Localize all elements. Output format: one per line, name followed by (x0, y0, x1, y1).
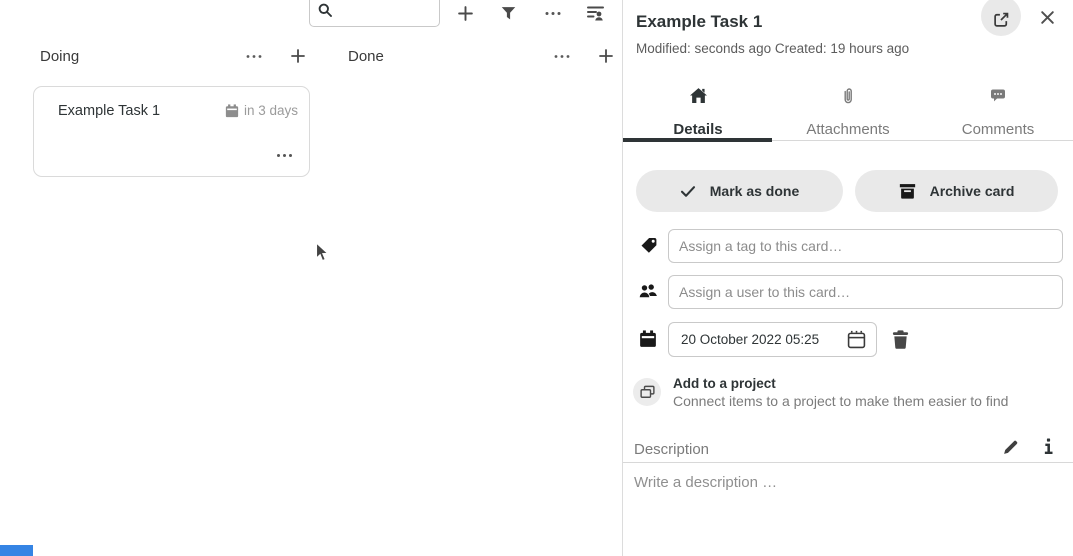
add-list-icon (457, 5, 474, 22)
tab-attachments[interactable]: Attachments (773, 88, 923, 138)
more-options-icon (554, 54, 570, 59)
assigned-cards-icon (586, 5, 605, 22)
app-window: Doing Done Example Task 1 in 3 days Exam… (0, 0, 1073, 556)
archive-card-label: Archive card (930, 183, 1015, 199)
description-rule (623, 462, 1073, 463)
column-title-done: Done (348, 48, 384, 65)
archive-icon (899, 183, 916, 199)
tab-comments-label: Comments (962, 121, 1035, 138)
calendar-picker-icon (847, 330, 866, 349)
edit-description-button[interactable] (1000, 437, 1020, 457)
column-title-doing: Doing (40, 48, 79, 65)
close-icon (1039, 9, 1056, 26)
assign-user-input[interactable] (668, 275, 1063, 309)
paperclip-icon (841, 88, 855, 104)
detail-panel-title: Example Task 1 (636, 12, 762, 32)
selection-highlight (0, 545, 33, 556)
add-to-project-title: Add to a project (673, 376, 776, 391)
project-circle (633, 378, 661, 406)
filter-button[interactable] (499, 3, 518, 23)
comments-icon (990, 88, 1006, 103)
more-options-icon (276, 153, 293, 158)
tab-attachments-label: Attachments (806, 121, 889, 138)
add-to-project-subtitle: Connect items to a project to make them … (673, 393, 1008, 409)
search-input[interactable] (338, 1, 518, 18)
done-column-menu-button[interactable] (552, 49, 572, 63)
project-copy-icon (640, 385, 655, 399)
tab-details-label: Details (673, 121, 722, 138)
doing-add-card-button[interactable] (288, 46, 307, 66)
more-options-icon (246, 54, 262, 59)
due-date-value: 20 October 2022 05:25 (681, 332, 844, 347)
date-picker-button[interactable] (844, 328, 868, 352)
active-tab-underline (623, 138, 772, 142)
tag-icon (639, 236, 658, 253)
due-date-field[interactable]: 20 October 2022 05:25 (668, 322, 877, 357)
checkmark-icon (680, 185, 696, 198)
more-options-icon (545, 11, 561, 16)
panel-divider (622, 0, 623, 556)
card-due-date: in 3 days (225, 103, 298, 118)
add-card-icon (290, 48, 306, 64)
search-icon (318, 3, 332, 17)
search-box[interactable] (309, 0, 440, 27)
pencil-icon (1002, 439, 1019, 456)
description-label: Description (634, 441, 709, 458)
home-icon (690, 88, 707, 103)
close-panel-button[interactable] (1037, 7, 1057, 27)
mouse-cursor (315, 242, 329, 267)
add-card-icon (598, 48, 614, 64)
calendar-icon (225, 104, 239, 118)
doing-column-menu-button[interactable] (244, 49, 264, 63)
card-due-label: in 3 days (244, 103, 298, 118)
description-placeholder[interactable]: Write a description … (634, 474, 777, 491)
tab-comments[interactable]: Comments (923, 88, 1073, 138)
assigned-cards-button[interactable] (584, 2, 606, 24)
open-in-new-window-icon (993, 11, 1010, 28)
users-icon (638, 282, 658, 299)
remove-due-date-button[interactable] (889, 328, 911, 350)
description-info-button[interactable] (1040, 436, 1056, 456)
trash-icon (892, 330, 909, 349)
filter-icon (501, 6, 516, 21)
open-in-new-window-button[interactable] (981, 0, 1021, 36)
archive-card-button[interactable]: Archive card (855, 170, 1058, 212)
add-list-button[interactable] (455, 2, 475, 24)
tab-details[interactable]: Details (623, 88, 773, 138)
mark-as-done-button[interactable]: Mark as done (636, 170, 843, 212)
add-to-project-row[interactable]: Add to a project Connect items to a proj… (633, 378, 1063, 412)
assign-tag-input[interactable] (668, 229, 1063, 263)
board-more-options-button[interactable] (543, 6, 562, 20)
done-add-card-button[interactable] (596, 46, 615, 66)
task-card[interactable]: Example Task 1 in 3 days (33, 86, 310, 177)
info-icon (1043, 438, 1054, 455)
mark-as-done-label: Mark as done (710, 183, 799, 199)
detail-panel-meta: Modified: seconds ago Created: 19 hours … (636, 41, 909, 56)
calendar-icon (639, 330, 657, 348)
card-title: Example Task 1 (58, 103, 160, 119)
card-menu-button[interactable] (274, 148, 294, 162)
